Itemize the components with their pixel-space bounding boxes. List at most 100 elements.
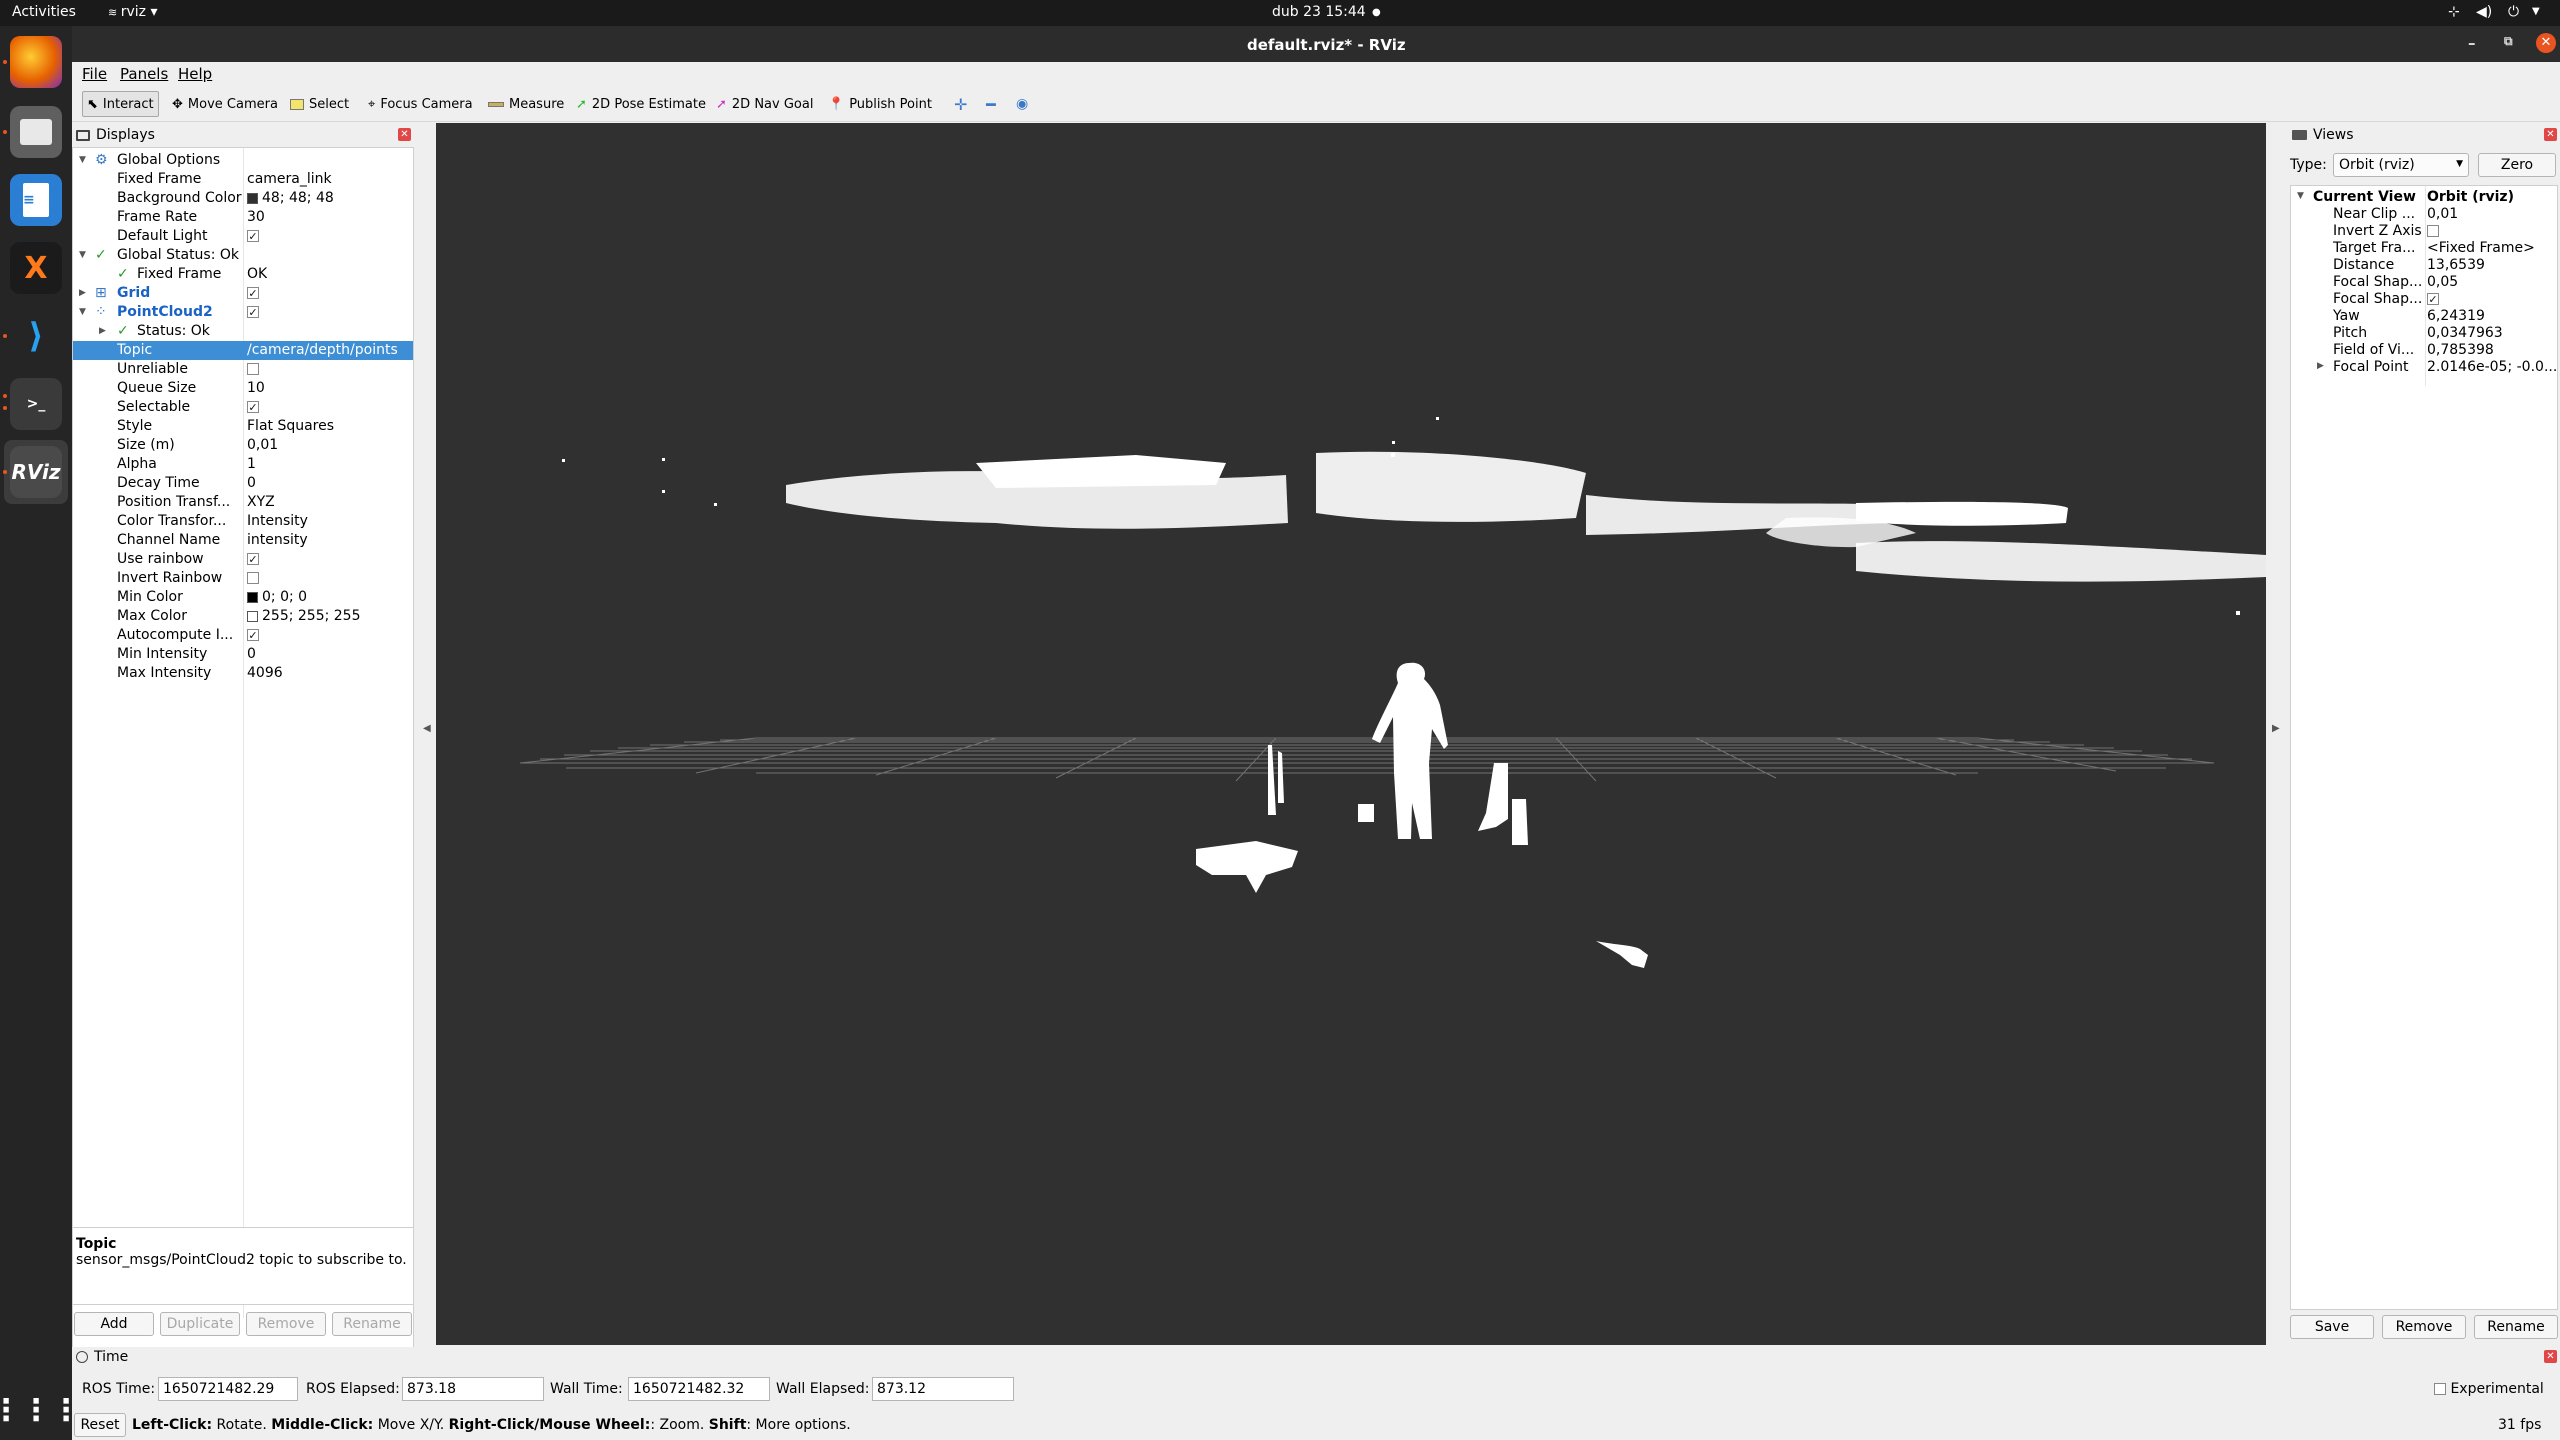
view-row-pitch[interactable]: Pitch 0,0347963 — [2291, 324, 2557, 341]
grid-enabled-checkbox[interactable]: ✓ — [247, 287, 259, 299]
view-row-current-view[interactable]: ▼ Current View Orbit (rviz) — [2291, 188, 2557, 205]
remove-view-button[interactable]: Remove — [2382, 1315, 2466, 1339]
save-view-button[interactable]: Save — [2290, 1315, 2374, 1339]
view-row-focal-shape-fixed[interactable]: Focal Shap... ✓ — [2291, 290, 2557, 307]
tree-row-selectable[interactable]: Selectable ✓ — [73, 398, 413, 417]
wall-time-field[interactable]: 1650721482.32 — [628, 1377, 770, 1401]
zero-view-button[interactable]: Zero — [2478, 153, 2556, 177]
maximize-button[interactable]: ⧉ — [2504, 34, 2513, 49]
tree-row-invert-rainbow[interactable]: Invert Rainbow — [73, 569, 413, 588]
files-icon[interactable] — [10, 106, 62, 158]
right-splitter[interactable]: ▶ — [2266, 123, 2288, 1345]
minimize-button[interactable]: – — [2468, 34, 2476, 52]
view-row-field-of-view[interactable]: Field of Vi... 0,785398 — [2291, 341, 2557, 358]
unreliable-checkbox[interactable] — [247, 363, 259, 375]
tree-row-use-rainbow[interactable]: Use rainbow ✓ — [73, 550, 413, 569]
left-splitter[interactable]: ◀ — [418, 123, 436, 1345]
show-applications-icon[interactable]: ⋮⋮⋮ — [0, 1384, 81, 1436]
power-icon[interactable]: ⏻ — [2508, 4, 2519, 20]
tree-row-decay-time[interactable]: Decay Time 0 — [73, 474, 413, 493]
system-menu-arrow-icon[interactable]: ▼ — [2532, 6, 2540, 17]
use-rainbow-checkbox[interactable]: ✓ — [247, 553, 259, 565]
close-panel-icon[interactable]: ✕ — [398, 128, 411, 141]
publish-point-tool-button[interactable]: 📍 Publish Point — [824, 91, 936, 117]
experimental-checkbox[interactable] — [2434, 1383, 2446, 1395]
firefox-icon[interactable] — [10, 36, 62, 88]
rename-view-button[interactable]: Rename — [2474, 1315, 2558, 1339]
tree-row-grid[interactable]: ▶ ⊞ Grid ✓ — [73, 284, 413, 303]
remove-display-button[interactable]: Remove — [246, 1312, 326, 1336]
invert-rainbow-checkbox[interactable] — [247, 572, 259, 584]
close-panel-icon[interactable]: ✕ — [2544, 1350, 2557, 1363]
xmind-icon[interactable]: X — [10, 242, 62, 294]
tree-row-max-color[interactable]: Max Color 255; 255; 255 — [73, 607, 413, 626]
ros-elapsed-field[interactable]: 873.18 — [402, 1377, 544, 1401]
tree-row-background-color[interactable]: Background Color 48; 48; 48 — [73, 189, 413, 208]
default-light-checkbox[interactable]: ✓ — [247, 230, 259, 242]
rename-display-button[interactable]: Rename — [332, 1312, 412, 1336]
selectable-checkbox[interactable]: ✓ — [247, 401, 259, 413]
tree-row-position-transformer[interactable]: Position Transf... XYZ — [73, 493, 413, 512]
close-button[interactable]: ✕ — [2536, 33, 2556, 53]
tree-row-color-transformer[interactable]: Color Transfor... Intensity — [73, 512, 413, 531]
reset-button[interactable]: Reset — [74, 1413, 126, 1437]
tree-row-min-intensity[interactable]: Min Intensity 0 — [73, 645, 413, 664]
tree-row-max-intensity[interactable]: Max Intensity 4096 — [73, 664, 413, 683]
tool-properties-icon[interactable]: ◉ — [1012, 91, 1032, 117]
wall-elapsed-field[interactable]: 873.12 — [872, 1377, 1014, 1401]
tree-row-global-status[interactable]: ▼ ✓ Global Status: Ok — [73, 246, 413, 265]
view-row-yaw[interactable]: Yaw 6,24319 — [2291, 307, 2557, 324]
tree-row-pointcloud2[interactable]: ▼ ⁘ PointCloud2 ✓ — [73, 303, 413, 322]
volume-icon[interactable]: ◀) — [2476, 4, 2492, 20]
tree-row-alpha[interactable]: Alpha 1 — [73, 455, 413, 474]
move-camera-tool-button[interactable]: ✥ Move Camera — [168, 91, 282, 117]
libreoffice-writer-icon[interactable]: ≡ — [10, 174, 62, 226]
view-row-near-clip[interactable]: Near Clip ... 0,01 — [2291, 205, 2557, 222]
tree-row-autocompute-intensity[interactable]: Autocompute I... ✓ — [73, 626, 413, 645]
focal-shape-checkbox[interactable]: ✓ — [2427, 293, 2439, 305]
app-menu[interactable]: ≋ rviz ▾ — [108, 4, 157, 20]
view-row-invert-z[interactable]: Invert Z Axis — [2291, 222, 2557, 239]
measure-tool-button[interactable]: Measure — [484, 91, 568, 117]
tree-row-topic[interactable]: Topic /camera/depth/points — [73, 341, 413, 360]
view-row-target-frame[interactable]: Target Fra... <Fixed Frame> — [2291, 239, 2557, 256]
tree-row-queue-size[interactable]: Queue Size 10 — [73, 379, 413, 398]
select-tool-button[interactable]: Select — [286, 91, 353, 117]
view-type-dropdown[interactable]: Orbit (rviz) ▼ — [2333, 153, 2469, 177]
duplicate-display-button[interactable]: Duplicate — [160, 1312, 240, 1336]
view-row-focal-point[interactable]: ▶ Focal Point 2.0146e-05; -0.0... — [2291, 358, 2557, 375]
menu-panels[interactable]: Panels — [120, 65, 168, 83]
terminal-icon[interactable]: >_ — [10, 378, 62, 430]
tree-row-size[interactable]: Size (m) 0,01 — [73, 436, 413, 455]
rviz-icon[interactable]: RViz — [10, 446, 62, 498]
pose-estimate-tool-button[interactable]: ➚ 2D Pose Estimate — [572, 91, 710, 117]
remove-tool-icon[interactable]: ━ — [982, 91, 1000, 117]
tree-row-unreliable[interactable]: Unreliable — [73, 360, 413, 379]
pointcloud-enabled-checkbox[interactable]: ✓ — [247, 306, 259, 318]
tree-row-fixed-frame[interactable]: Fixed Frame camera_link — [73, 170, 413, 189]
focus-camera-tool-button[interactable]: ⌖ Focus Camera — [364, 91, 477, 117]
activities-button[interactable]: Activities — [12, 4, 76, 20]
menu-help[interactable]: Help — [178, 65, 212, 83]
tree-row-global-options[interactable]: ▼ ⚙ Global Options — [73, 151, 413, 170]
tree-row-style[interactable]: Style Flat Squares — [73, 417, 413, 436]
render-viewport[interactable] — [436, 123, 2266, 1345]
view-row-distance[interactable]: Distance 13,6539 — [2291, 256, 2557, 273]
invert-z-checkbox[interactable] — [2427, 225, 2439, 237]
view-row-focal-shape-size[interactable]: Focal Shap... 0,05 — [2291, 273, 2557, 290]
ros-time-field[interactable]: 1650721482.29 — [158, 1377, 298, 1401]
close-panel-icon[interactable]: ✕ — [2544, 128, 2557, 141]
tree-row-min-color[interactable]: Min Color 0; 0; 0 — [73, 588, 413, 607]
tree-row-frame-rate[interactable]: Frame Rate 30 — [73, 208, 413, 227]
network-icon[interactable]: ⊹ — [2448, 4, 2460, 20]
menu-file[interactable]: File — [82, 65, 107, 83]
add-tool-icon[interactable]: ✛ — [950, 91, 971, 117]
interact-tool-button[interactable]: ⬉ Interact — [82, 91, 159, 117]
add-display-button[interactable]: Add — [74, 1312, 154, 1336]
autocompute-checkbox[interactable]: ✓ — [247, 629, 259, 641]
tree-row-status-ok[interactable]: ▶ ✓ Status: Ok — [73, 322, 413, 341]
tree-row-default-light[interactable]: Default Light ✓ — [73, 227, 413, 246]
vscode-icon[interactable]: ⟩ — [10, 310, 62, 362]
tree-row-channel-name[interactable]: Channel Name intensity — [73, 531, 413, 550]
tree-row-fixed-frame-status[interactable]: ✓ Fixed Frame OK — [73, 265, 413, 284]
